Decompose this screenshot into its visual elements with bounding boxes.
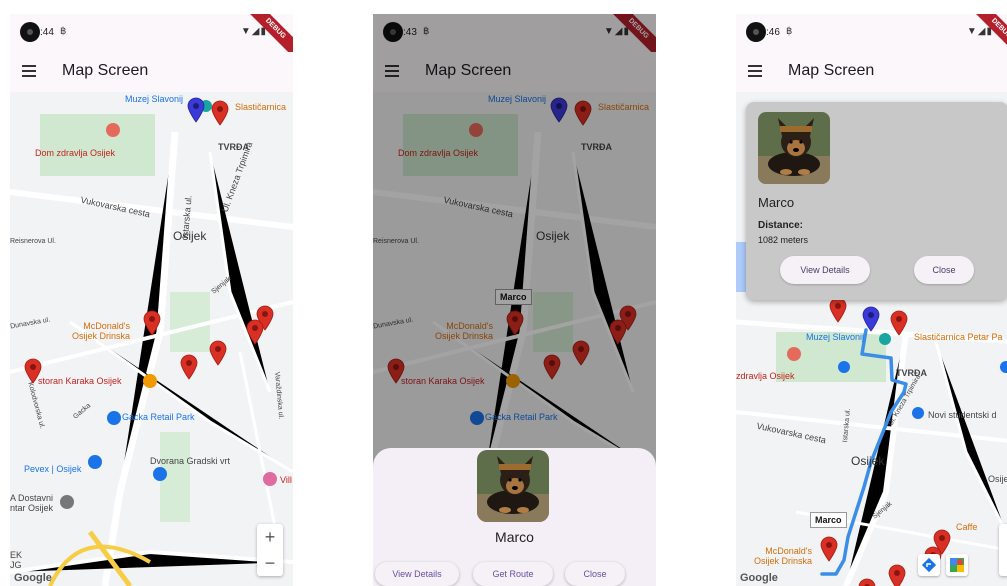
map-label-mcdonalds: McDonald's Osijek Drinska: [754, 546, 813, 566]
google-logo: Google: [14, 572, 52, 584]
close-button[interactable]: Close: [565, 562, 625, 586]
map-label-reisnerova: Reisnerova Ul.: [10, 238, 56, 245]
map-marker[interactable]: [143, 310, 161, 336]
directions-icon[interactable]: [918, 554, 940, 576]
camera-cutout: [20, 22, 40, 42]
status-time: :44: [40, 27, 54, 38]
dog-photo: [477, 450, 549, 522]
pet-name: Marco: [758, 195, 795, 210]
map-label-slasticarnica: Slastičarnica: [235, 102, 287, 112]
phone-screen-route: :46 ฿ ▼◢▮ DEBUG Map Screen Muzej Slavoni…: [736, 14, 1007, 586]
map-label-ek-jg: EK JG: [10, 550, 23, 570]
pet-name: Marco: [495, 529, 534, 545]
status-bar: :44 ฿ ▼◢▮ DEBUG: [10, 14, 293, 63]
menu-icon[interactable]: [748, 65, 762, 77]
map-label-mcdonalds: McDonald's Osijek Drinska: [72, 321, 131, 341]
map-marker[interactable]: [858, 578, 876, 586]
page-title: Map Screen: [62, 62, 149, 79]
close-button[interactable]: Close: [914, 256, 974, 284]
map-label-slasticarnica: Slastičarnica Petar Pa: [914, 332, 1003, 342]
zoom-controls: + −: [257, 524, 283, 576]
map-label-pevex: Pevex | Osijek: [24, 464, 82, 474]
map-label-muzej: Muzej Slavonij: [125, 94, 184, 104]
view-details-button[interactable]: View Details: [375, 562, 459, 586]
page-title: Map Screen: [788, 62, 875, 79]
sim-icon: ฿: [60, 26, 67, 37]
dog-photo: [758, 112, 830, 184]
map-label-restoran: storan Karaka Osijek: [38, 376, 122, 386]
app-bar: Map Screen: [10, 52, 293, 92]
map-marker[interactable]: [888, 564, 906, 586]
zoom-out-button[interactable]: −: [999, 550, 1007, 576]
marker-info-window: Marco: [810, 512, 847, 528]
map-marker[interactable]: [209, 340, 227, 366]
zoom-in-button[interactable]: +: [999, 524, 1007, 550]
map-marker-selected[interactable]: [820, 536, 838, 562]
map-marker-blue[interactable]: [862, 306, 880, 332]
camera-cutout: [746, 22, 766, 42]
map-marker[interactable]: [246, 319, 264, 345]
zoom-out-button[interactable]: −: [257, 550, 283, 576]
map-label-osijek: Osijek: [851, 454, 885, 468]
view-details-button[interactable]: View Details: [780, 256, 870, 284]
phone-screen-map: :44 ฿ ▼◢▮ DEBUG Map Screen Muzej Slavoni…: [10, 14, 293, 586]
status-time: :46: [766, 27, 780, 38]
app-bar: Map Screen: [736, 52, 1007, 92]
map-marker[interactable]: [24, 358, 42, 384]
map-label-gacka-retail-park: Gacka Retail Park: [122, 412, 195, 422]
map-label-osije: Osije: [988, 474, 1007, 484]
google-maps-icon[interactable]: [946, 554, 968, 576]
map-label-dostavni: A Dostavni ntar Osijek: [10, 493, 54, 513]
map-label-muzej: Muzej Slavonij: [806, 332, 865, 342]
get-route-button[interactable]: Get Route: [473, 562, 553, 586]
pet-info-card: Marco Distance: 1082 meters View Details…: [746, 102, 1007, 300]
map-marker-blue[interactable]: [187, 97, 205, 123]
zoom-in-button[interactable]: +: [257, 524, 283, 550]
map-marker[interactable]: [829, 297, 847, 323]
map-label-novi-studentski: Novi studentski d: [928, 410, 997, 420]
bottom-sheet: Marco View Details Get Route Close: [373, 448, 656, 586]
status-bar: :46 ฿ ▼◢▮ DEBUG: [736, 14, 1007, 63]
map-view[interactable]: Muzej Slavonij Slastičarnica Dom zdravlj…: [10, 92, 293, 586]
map-marker[interactable]: [211, 100, 229, 126]
map-label-zdravlja: zdravlja Osijek: [736, 371, 795, 381]
map-label-dvorana: Dvorana Gradski vrt: [150, 456, 231, 466]
zoom-controls: + −: [999, 524, 1007, 576]
distance-value: 1082 meters: [758, 235, 809, 245]
map-marker[interactable]: [180, 354, 198, 380]
map-label-caffe: Caffe: [956, 522, 978, 532]
map-label-dom-zdravlja: Dom zdravlja Osijek: [35, 148, 116, 158]
map-label-osijek: Osijek: [173, 229, 207, 243]
sim-icon: ฿: [786, 26, 793, 37]
map-marker[interactable]: [890, 310, 908, 336]
distance-label: Distance:: [758, 220, 804, 231]
menu-icon[interactable]: [22, 65, 36, 77]
phone-screen-bottom-sheet: :43 ฿ ▼◢▮ DEBUG Map Screen Muzej Slavoni…: [373, 14, 656, 586]
google-logo: Google: [740, 572, 778, 584]
map-label-vill: Vill: [280, 475, 292, 485]
